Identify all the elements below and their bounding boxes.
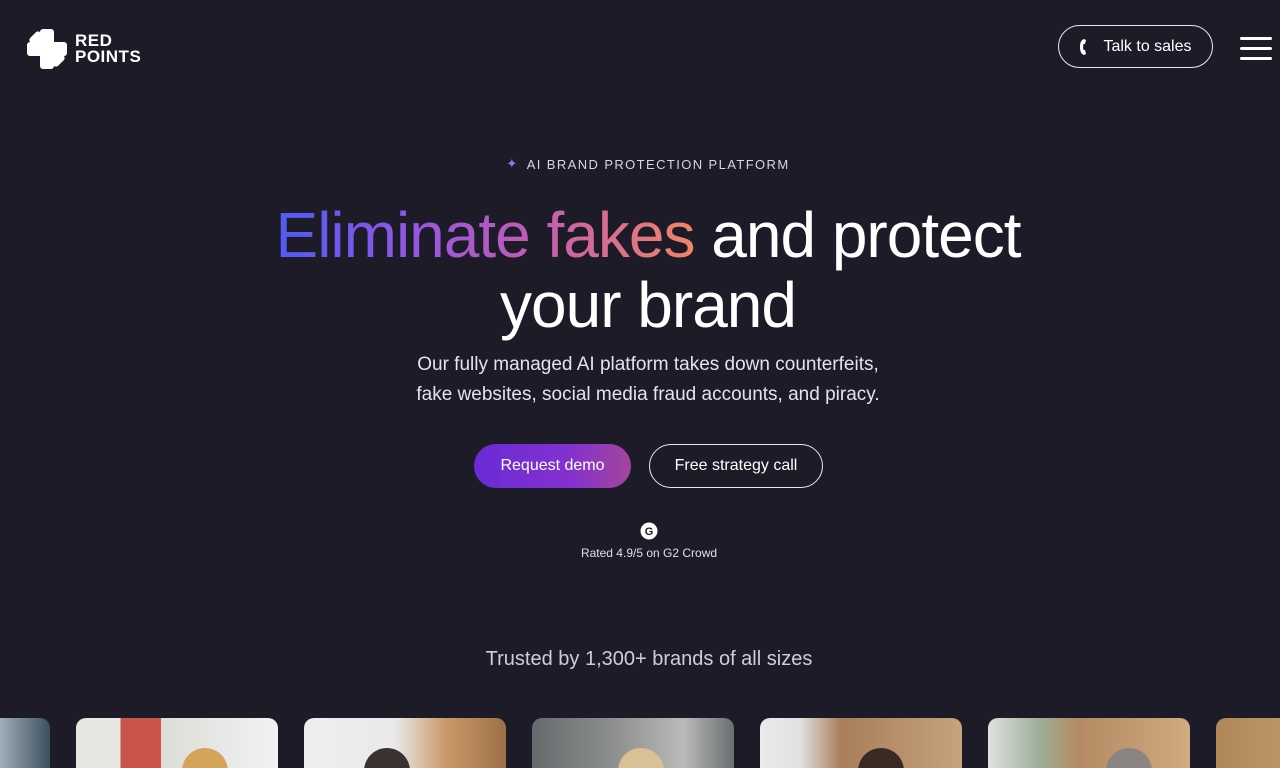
site-header: RED POINTS Talk to sales (0, 0, 1280, 96)
g2-rating-text: Rated 4.9/5 on G2 Crowd (580, 546, 718, 560)
testimonial-card[interactable] (532, 718, 734, 768)
request-demo-button[interactable]: Request demo (474, 444, 631, 488)
testimonial-card[interactable] (76, 718, 278, 768)
testimonial-card[interactable] (1216, 718, 1280, 768)
redpoints-logo-icon (27, 29, 67, 69)
hero-eyebrow: ✦ AI BRAND PROTECTION PLATFORM (0, 156, 1280, 172)
testimonial-person (858, 748, 904, 768)
phone-icon (1080, 38, 1087, 55)
subheading-line-2: fake websites, social media fraud accoun… (416, 384, 880, 405)
g2-logo-icon[interactable]: G (640, 522, 658, 540)
talk-to-sales-label: Talk to sales (1103, 37, 1192, 55)
brand-wordmark: RED POINTS (75, 32, 142, 66)
request-demo-label: Request demo (500, 457, 605, 474)
testimonial-card[interactable] (304, 718, 506, 768)
sparkle-icon: ✦ (506, 156, 519, 171)
testimonial-person (364, 748, 410, 768)
headline-gradient-text: Eliminate fakes (275, 199, 696, 271)
brand-line-2: POINTS (75, 47, 142, 66)
svg-text:G: G (645, 526, 654, 538)
free-strategy-call-label: Free strategy call (674, 457, 798, 474)
headline-text: and protect (694, 199, 1021, 271)
testimonial-card[interactable] (0, 718, 50, 768)
talk-to-sales-button[interactable]: Talk to sales (1058, 25, 1213, 68)
hamburger-menu-icon[interactable] (1240, 37, 1272, 61)
trusted-by-heading: Trusted by 1,300+ brands of all sizes (485, 648, 813, 670)
testimonial-person (182, 748, 228, 768)
testimonial-person (618, 748, 664, 768)
testimonial-card[interactable] (760, 718, 962, 768)
hero-subheading: Our fully managed AI platform takes down… (0, 350, 1280, 410)
hero-headline: Eliminate fakes and protect your brand (0, 200, 1280, 340)
brand-logo[interactable]: RED POINTS (25, 27, 141, 71)
free-strategy-call-button[interactable]: Free strategy call (649, 444, 823, 488)
testimonial-person (1106, 748, 1152, 768)
headline-line-2: your brand (500, 269, 797, 341)
eyebrow-text: AI BRAND PROTECTION PLATFORM (526, 157, 790, 172)
testimonial-carousel (0, 718, 1280, 768)
subheading-line-1: Our fully managed AI platform takes down… (417, 354, 879, 375)
testimonial-card[interactable] (988, 718, 1190, 768)
